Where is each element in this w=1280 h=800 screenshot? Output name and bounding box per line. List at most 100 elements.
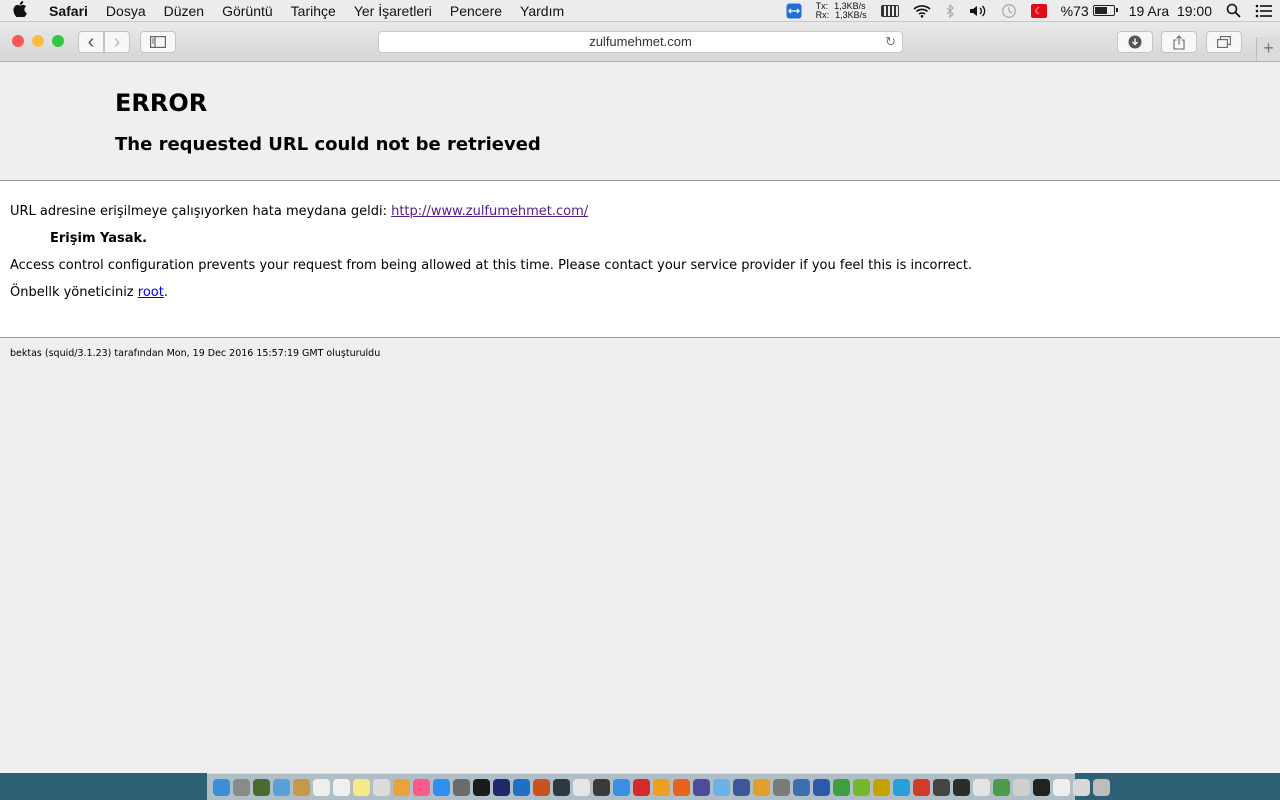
input-source-flag-icon[interactable]: ☾: [1024, 3, 1054, 18]
reload-icon[interactable]: ↻: [885, 32, 896, 52]
dock-app-icon[interactable]: [372, 778, 390, 796]
dock-app-icon[interactable]: [572, 778, 590, 796]
forward-button[interactable]: ›: [104, 31, 130, 53]
dock-app-icon[interactable]: [332, 778, 350, 796]
dock-app-icon[interactable]: [232, 778, 250, 796]
dock-app-icon[interactable]: [952, 778, 970, 796]
cache-admin-suffix: .: [163, 285, 168, 300]
dock-app-icon[interactable]: [352, 778, 370, 796]
menu-app-safari[interactable]: Safari: [40, 0, 97, 22]
menu-bar: Safari Dosya Düzen Görüntü Tarihçe Yer İ…: [0, 0, 1280, 22]
dock-app-icon[interactable]: [832, 778, 850, 796]
apple-menu-icon[interactable]: [0, 0, 40, 21]
web-page: ERROR The requested URL could not be ret…: [0, 62, 1280, 773]
error-url-prefix: URL adresine erişilmeye çalışıyorken hat…: [10, 204, 392, 219]
dock-app-icon[interactable]: [1052, 778, 1070, 796]
address-text: zulfumehmet.com: [589, 34, 692, 49]
minimize-window-button[interactable]: [32, 35, 44, 47]
volume-icon[interactable]: [962, 4, 994, 18]
dock-app-icon[interactable]: [732, 778, 750, 796]
dock-app-icon[interactable]: [472, 778, 490, 796]
dock-app-icon[interactable]: [792, 778, 810, 796]
dock-app-icon[interactable]: [272, 778, 290, 796]
dock-app-icon[interactable]: [712, 778, 730, 796]
dock-app-icon[interactable]: [292, 778, 310, 796]
dock-app-icon[interactable]: [672, 778, 690, 796]
dock-app-icon[interactable]: [432, 778, 450, 796]
menu-tarihce[interactable]: Tarihçe: [282, 0, 345, 22]
dock-app-icon[interactable]: [912, 778, 930, 796]
menu-yer-isaretleri[interactable]: Yer İşaretleri: [345, 0, 441, 22]
dock-app-icon[interactable]: [932, 778, 950, 796]
cache-admin-line: Önbellk yöneticiniz root.: [10, 285, 168, 300]
back-button[interactable]: ‹: [78, 31, 104, 53]
desktop-background: [0, 773, 207, 800]
dock-app-icon[interactable]: [452, 778, 470, 796]
new-tab-button[interactable]: +: [1256, 37, 1280, 61]
menu-duzen[interactable]: Düzen: [155, 0, 213, 22]
dock-app-icon[interactable]: [812, 778, 830, 796]
dock-app-icon[interactable]: [692, 778, 710, 796]
dock-app-icon[interactable]: [552, 778, 570, 796]
error-content: URL adresine erişilmeye çalışıyorken hat…: [0, 181, 1280, 337]
error-subtitle: The requested URL could not be retrieved: [115, 134, 541, 155]
tabs-icon: [1217, 36, 1231, 48]
menu-yardim[interactable]: Yardım: [511, 0, 573, 22]
battery-status[interactable]: %73: [1054, 3, 1122, 19]
dock-app-icon[interactable]: [872, 778, 890, 796]
dock-app-icon[interactable]: [312, 778, 330, 796]
dock-app-icon[interactable]: [212, 778, 230, 796]
close-window-button[interactable]: [12, 35, 24, 47]
download-icon: [1128, 35, 1142, 49]
downloads-button[interactable]: [1117, 31, 1153, 53]
chevron-left-icon: ‹: [87, 31, 95, 53]
dock-app-icon[interactable]: [1092, 778, 1110, 796]
dock-app-icon[interactable]: [852, 778, 870, 796]
net-rx-value: 1,3KB/s: [835, 9, 867, 20]
dock-app-icon[interactable]: [1032, 778, 1050, 796]
menu-pencere[interactable]: Pencere: [441, 0, 511, 22]
dock-app-icon[interactable]: [492, 778, 510, 796]
tabs-overview-button[interactable]: [1206, 31, 1242, 53]
memory-icon[interactable]: [874, 4, 906, 17]
teamviewer-icon[interactable]: [779, 3, 809, 19]
dock-app-icon[interactable]: [1012, 778, 1030, 796]
share-button[interactable]: [1161, 31, 1197, 53]
dock-app-icon[interactable]: [532, 778, 550, 796]
dock-app-icon[interactable]: [392, 778, 410, 796]
dock-app-icon[interactable]: [512, 778, 530, 796]
menu-goruntu[interactable]: Görüntü: [213, 0, 282, 22]
dock-app-icon[interactable]: [752, 778, 770, 796]
date: 19 Ara: [1128, 2, 1170, 19]
dock-app-icon[interactable]: [972, 778, 990, 796]
dock-app-icon[interactable]: [652, 778, 670, 796]
dock-app-icon[interactable]: [1072, 778, 1090, 796]
time-machine-icon[interactable]: [994, 3, 1024, 19]
dock-app-icon[interactable]: [592, 778, 610, 796]
spotlight-search-icon[interactable]: [1219, 3, 1248, 18]
address-bar[interactable]: zulfumehmet.com ↻: [378, 31, 903, 53]
error-header: ERROR The requested URL could not be ret…: [0, 62, 1280, 181]
time: 19:00: [1176, 2, 1212, 19]
dock-app-icon[interactable]: [892, 778, 910, 796]
dock-app-icon[interactable]: [992, 778, 1010, 796]
dock-app-icon[interactable]: [772, 778, 790, 796]
battery-icon: [1092, 5, 1118, 16]
wifi-icon[interactable]: [906, 4, 938, 18]
dock-app-icon[interactable]: [252, 778, 270, 796]
dock-app-icon[interactable]: [632, 778, 650, 796]
clock[interactable]: 19 Ara 19:00: [1122, 3, 1219, 19]
notification-center-icon[interactable]: [1248, 4, 1280, 18]
chevron-right-icon: ›: [113, 31, 121, 53]
access-control-message: Access control configuration prevents yo…: [10, 258, 973, 273]
sidebar-toggle-button[interactable]: [140, 31, 176, 53]
network-monitor[interactable]: Tx: 1,3KB/s Rx: 1,3KB/s: [809, 1, 874, 20]
dock-app-icon[interactable]: [612, 778, 630, 796]
bluetooth-icon[interactable]: [938, 3, 962, 18]
menu-dosya[interactable]: Dosya: [97, 0, 155, 22]
requested-url-link[interactable]: http://www.zulfumehmet.com/: [391, 204, 588, 219]
cache-admin-link[interactable]: root: [138, 285, 164, 300]
zoom-window-button[interactable]: [52, 35, 64, 47]
dock-app-icon[interactable]: [412, 778, 430, 796]
squid-footer: bektas (squid/3.1.23) tarafından Mon, 19…: [10, 348, 381, 359]
